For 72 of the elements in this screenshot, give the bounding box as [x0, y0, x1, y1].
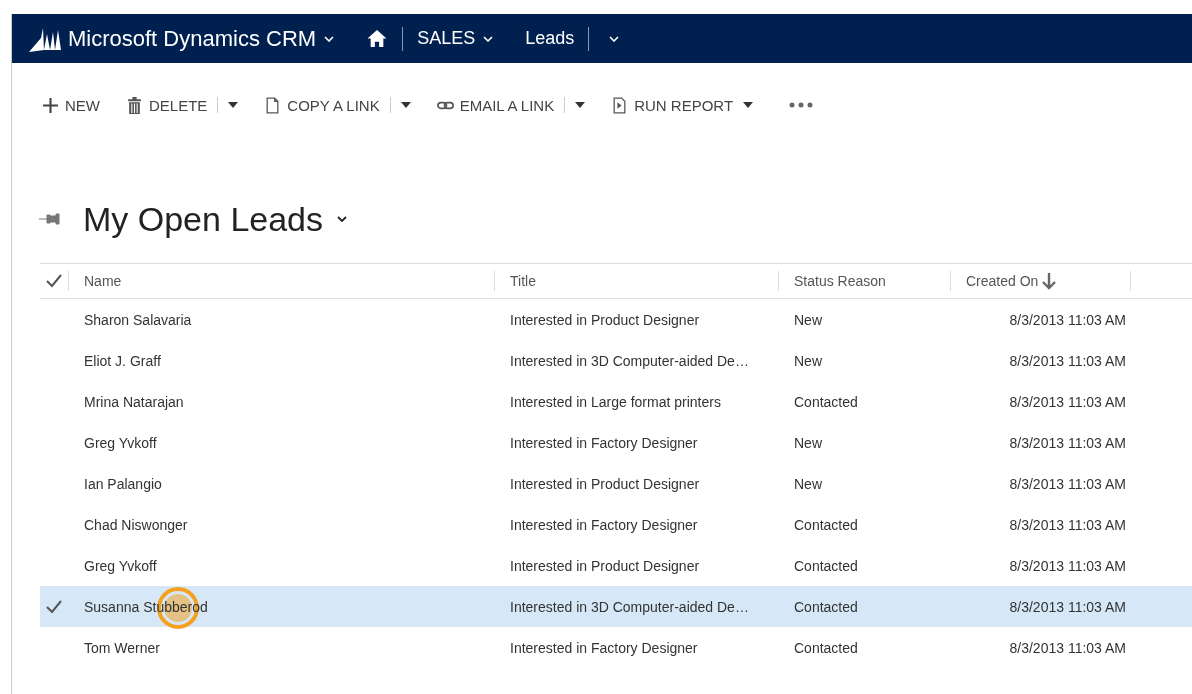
delete-button[interactable]: DELETE	[126, 96, 208, 114]
table-cell: 8/3/2013 11:03 AM	[1009, 434, 1126, 451]
table-cell: 8/3/2013 11:03 AM	[1009, 516, 1126, 533]
lead-name-link[interactable]: Greg Yvkoff	[84, 557, 157, 574]
table-cell: Interested in 3D Computer-aided De…	[510, 598, 749, 615]
table-cell: 8/3/2013 11:03 AM	[1009, 311, 1126, 328]
plus-icon	[42, 96, 59, 114]
lead-name-link[interactable]: Mrina Natarajan	[84, 393, 184, 410]
chevron-down-icon	[483, 35, 494, 42]
column-header[interactable]: Created On	[966, 272, 1057, 290]
table-cell: New	[794, 311, 822, 328]
email-button[interactable]: EMAIL A LINK	[436, 96, 555, 114]
table-cell: 8/3/2013 11:03 AM	[1009, 352, 1126, 369]
pin-icon[interactable]	[39, 213, 61, 225]
table-cell: Interested in Large format printers	[510, 393, 721, 410]
view-selector[interactable]: My Open Leads	[83, 199, 348, 239]
table-cell: Contacted	[794, 639, 858, 656]
lead-row[interactable]: Susanna Stubberod Interested in 3D Computer-aided De… Contacted 8/3/2013 11:03 AM	[40, 586, 1192, 627]
home-icon[interactable]	[366, 29, 389, 48]
table-cell: 8/3/2013 11:03 AM	[1009, 393, 1126, 410]
table-cell: New	[794, 475, 822, 492]
chevron-down-icon[interactable]	[609, 35, 620, 42]
caret-icon[interactable]	[400, 102, 411, 108]
check-icon	[46, 599, 62, 614]
table-cell: 8/3/2013 11:03 AM	[1009, 557, 1126, 574]
table-cell: Contacted	[794, 557, 858, 574]
lead-row[interactable]: Sharon Salavaria Interested in Product Designer New 8/3/2013 11:03 AM	[40, 299, 1192, 340]
entity-link[interactable]: Leads	[525, 28, 575, 49]
table-cell: Interested in Product Designer	[510, 475, 700, 492]
chevron-down-icon	[324, 35, 335, 42]
lead-row[interactable]: Eliot J. Graff Interested in 3D Computer-aided De… New 8/3/2013 11:03 AM	[40, 340, 1192, 381]
caret-icon[interactable]	[575, 102, 586, 108]
table-cell: Interested in 3D Computer-aided De…	[510, 352, 749, 369]
chevron-down-icon	[337, 216, 348, 222]
lead-name-link[interactable]: Susanna Stubberod	[84, 598, 208, 615]
column-header[interactable]: Name	[84, 273, 122, 289]
table-cell: New	[794, 352, 822, 369]
table-cell: Interested in Factory Designer	[510, 434, 698, 451]
lead-row[interactable]: Greg Yvkoff Interested in Factory Designer New 8/3/2013 11:03 AM	[40, 422, 1192, 463]
table-cell: Contacted	[794, 598, 858, 615]
product-menu[interactable]: Microsoft Dynamics CRM	[68, 25, 335, 52]
table-cell: Contacted	[794, 516, 858, 533]
column-header[interactable]: Title	[510, 273, 536, 289]
area-menu[interactable]: SALES	[417, 28, 494, 49]
lead-name-link[interactable]: Eliot J. Graff	[84, 352, 161, 369]
table-cell: New	[794, 434, 822, 451]
copy-button[interactable]: COPY A LINK	[264, 96, 380, 114]
table-cell: Contacted	[794, 393, 858, 410]
table-cell: Interested in Factory Designer	[510, 516, 698, 533]
lead-name-link[interactable]: Greg Yvkoff	[84, 434, 157, 451]
caret-icon[interactable]	[228, 102, 239, 108]
lead-name-link[interactable]: Sharon Salavaria	[84, 311, 192, 328]
trash-icon	[126, 96, 143, 114]
lead-row[interactable]: Tom Werner Interested in Factory Designer Contacted 8/3/2013 11:03 AM	[40, 627, 1192, 668]
lead-row[interactable]: Greg Yvkoff Interested in Product Designer Contacted 8/3/2013 11:03 AM	[40, 545, 1192, 586]
table-cell: Interested in Factory Designer	[510, 639, 698, 656]
select-all-check-icon[interactable]	[46, 274, 62, 288]
column-header[interactable]: Status Reason	[794, 273, 886, 289]
table-cell: 8/3/2013 11:03 AM	[1009, 639, 1126, 656]
report-button[interactable]: RUN REPORT	[611, 96, 754, 114]
lead-row[interactable]: Ian Palangio Interested in Product Designer New 8/3/2013 11:03 AM	[40, 463, 1192, 504]
table-cell: 8/3/2013 11:03 AM	[1009, 475, 1126, 492]
lead-row[interactable]: Mrina Natarajan Interested in Large format printers Contacted 8/3/2013 11:03 AM	[40, 381, 1192, 422]
lead-row[interactable]: Chad Niswonger Interested in Factory Designer Contacted 8/3/2013 11:03 AM	[40, 504, 1192, 545]
lead-name-link[interactable]: Chad Niswonger	[84, 516, 188, 533]
table-cell: Interested in Product Designer	[510, 311, 700, 328]
table-cell: 8/3/2013 11:03 AM	[1009, 598, 1126, 615]
more-button[interactable]	[789, 102, 814, 108]
lead-name-link[interactable]: Ian Palangio	[84, 475, 162, 492]
table-cell: Interested in Product Designer	[510, 557, 700, 574]
new-button[interactable]: NEW	[42, 96, 100, 114]
lead-name-link[interactable]: Tom Werner	[84, 639, 160, 656]
